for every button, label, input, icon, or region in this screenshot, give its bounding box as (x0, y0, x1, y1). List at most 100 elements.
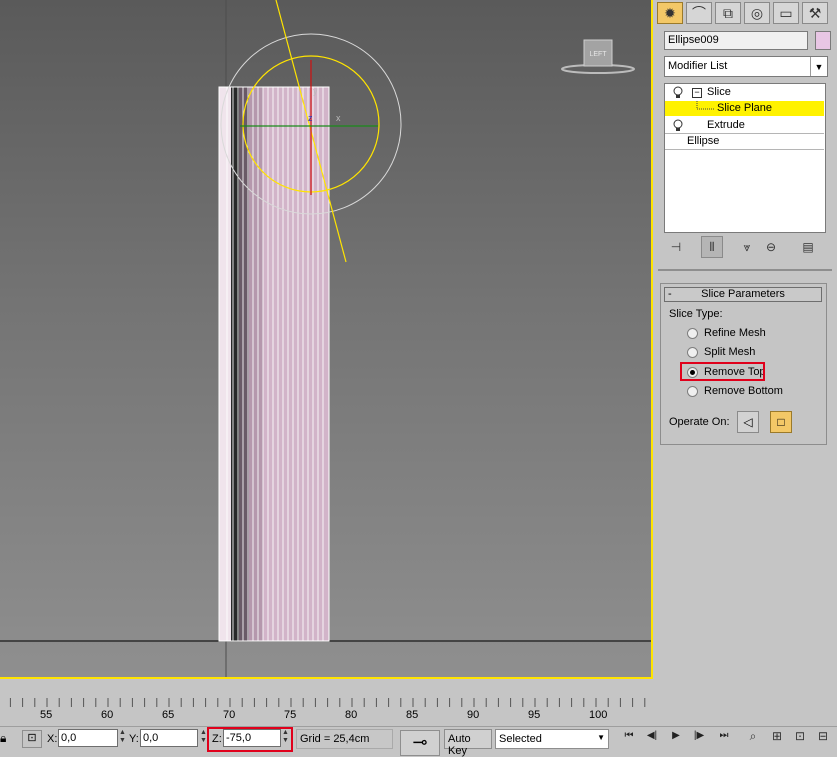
stack-item-slice-plane[interactable]: Slice Plane (665, 101, 824, 116)
stack-item-slice[interactable]: − Slice (665, 85, 824, 100)
ellipse-object-mesh[interactable] (218, 86, 330, 642)
motion-icon: ◎ (750, 4, 764, 21)
chevron-down-icon[interactable]: ▼ (810, 57, 827, 76)
operate-on-poly-button[interactable]: □ (770, 411, 792, 433)
panel-divider (658, 269, 832, 271)
status-bar: 🔒︎ ⊡ X: 0,0 ▲ ▼ Y: 0,0 ▲ ▼ Z: -75,0 ▲ ▼ Gri… (0, 726, 837, 757)
stack-item-extrude[interactable]: Extrude (665, 118, 824, 134)
ruler-label: 65 (162, 709, 175, 721)
utilities-tab[interactable]: ⚒ (802, 2, 828, 24)
radio-split-mesh[interactable]: Split Mesh (687, 344, 755, 360)
zoom-extents-all-icon[interactable]: ⊟ (814, 729, 832, 745)
chevron-down-icon[interactable]: ▼ (597, 733, 605, 742)
radio-button[interactable] (687, 346, 698, 358)
radio-refine-mesh[interactable]: Refine Mesh (687, 325, 766, 341)
ruler-ticks (9, 698, 646, 707)
ruler-label: 60 (101, 709, 114, 721)
x-spinner[interactable]: ▲ ▼ (118, 729, 127, 747)
hierarchy-tab[interactable]: ⧉ (715, 2, 741, 24)
stack-item-label: Slice Plane (717, 102, 773, 114)
motion-tab[interactable]: ◎ (744, 2, 770, 24)
triangle-face-icon: ◁ (743, 415, 753, 429)
gizmo-z-label: z (308, 113, 313, 123)
grid-readout: Grid = 25,4cm (296, 729, 393, 749)
time-ruler[interactable]: 55 60 65 70 75 80 85 90 95 100 (0, 698, 651, 724)
display-tab[interactable]: ▭ (773, 2, 799, 24)
viewcube-label[interactable]: LEFT (589, 51, 607, 58)
previous-frame-icon[interactable]: ◀| (642, 730, 662, 746)
hierarchy-icon: ⧉ (723, 4, 733, 21)
auto-key-button[interactable]: Auto Key (444, 729, 492, 757)
viewcube[interactable]: LEFT (561, 39, 635, 74)
radio-button[interactable] (687, 385, 698, 397)
play-icon[interactable]: ▶ (666, 730, 686, 746)
collapse-icon[interactable]: − (692, 88, 702, 98)
rollout-title: Slice Parameters (701, 288, 785, 300)
pin-stack-icon[interactable]: ⊣ (665, 236, 687, 258)
zoom-extents-icon[interactable]: ⊡ (791, 729, 809, 745)
hammer-icon: ⚒ (808, 4, 822, 21)
modifier-list-dropdown[interactable]: Modifier List ▼ (664, 56, 828, 77)
y-label: Y: (129, 733, 139, 745)
next-frame-icon[interactable]: |▶ (689, 730, 709, 746)
y-coordinate-field[interactable]: 0,0 (140, 729, 198, 747)
key-icon[interactable]: ⊸ (400, 730, 440, 756)
radio-label: Split Mesh (704, 346, 756, 358)
slice-parameters-rollout: - Slice Parameters Slice Type: Refine Me… (660, 283, 827, 445)
modifier-stack[interactable]: − Slice Slice Plane Extrude Ellipse (664, 83, 826, 233)
x-coordinate-field[interactable]: 0,0 (58, 729, 118, 747)
create-tab[interactable]: ✹ (657, 2, 683, 24)
lock-icon[interactable]: 🔒︎ (0, 731, 6, 746)
square-poly-icon: □ (777, 415, 785, 429)
sun-star-icon: ✹ (664, 4, 676, 21)
modify-curve-icon: ⌒ (692, 5, 706, 21)
ruler-label: 85 (406, 709, 419, 721)
display-monitor-icon: ▭ (779, 4, 793, 21)
callout-highlight (680, 362, 765, 381)
radio-label: Remove Bottom (704, 385, 783, 397)
go-to-end-icon[interactable]: ⏭ (714, 730, 734, 746)
lightbulb-icon[interactable] (673, 86, 683, 99)
ruler-label: 75 (284, 709, 297, 721)
ruler-label: 95 (528, 709, 541, 721)
zoom-icon[interactable]: ⌕ (744, 729, 762, 745)
tree-connector-icon (696, 101, 715, 110)
go-to-start-icon[interactable]: ⏮ (619, 730, 639, 746)
stack-item-label: Ellipse (687, 135, 720, 147)
left-viewport[interactable]: y z x LEFT (0, 0, 653, 679)
callout-highlight (207, 727, 293, 752)
ruler-label: 80 (345, 709, 358, 721)
selected-dropdown-label: Selected (499, 733, 542, 745)
radio-button[interactable] (687, 327, 698, 339)
ruler-label: 90 (467, 709, 480, 721)
selected-dropdown[interactable]: Selected ▼ (495, 729, 609, 749)
stack-item-ellipse[interactable]: Ellipse (665, 134, 824, 150)
zoom-all-icon[interactable]: ⊞ (768, 729, 786, 745)
modify-tab[interactable]: ⌒ (686, 2, 712, 24)
gizmo-y-label: y (313, 86, 318, 96)
ruler-label: 55 (40, 709, 53, 721)
remove-modifier-icon[interactable]: ⊖ (760, 236, 782, 258)
lightbulb-icon[interactable] (673, 119, 683, 132)
modifier-list-label: Modifier List (668, 60, 728, 72)
make-unique-icon[interactable]: ⩔ (736, 236, 758, 258)
rollout-header[interactable]: - Slice Parameters (664, 287, 822, 302)
selection-mode-icon[interactable]: ⊡ (22, 730, 42, 748)
show-end-result-icon[interactable]: ⫴ (701, 236, 723, 258)
x-label: X: (47, 733, 58, 745)
operate-on-face-button[interactable]: ◁ (737, 411, 759, 433)
viewport-canvas: y z x LEFT (0, 0, 651, 677)
stack-item-label: Slice (707, 86, 731, 98)
radio-remove-bottom[interactable]: Remove Bottom (687, 383, 783, 399)
configure-sets-icon[interactable]: ▤ (797, 236, 819, 258)
object-name-field[interactable]: Ellipse009 (664, 31, 808, 50)
stack-item-label: Extrude (707, 119, 745, 131)
command-panel: ✹ ⌒ ⧉ ◎ ▭ ⚒ Ellipse009 Modifier List ▼ − Slic… (655, 0, 837, 690)
object-color-swatch[interactable] (815, 31, 831, 50)
gizmo-x-label: x (336, 113, 341, 123)
ruler-label: 100 (589, 709, 608, 721)
ruler-label: 70 (223, 709, 236, 721)
radio-label: Refine Mesh (704, 327, 766, 339)
collapse-icon[interactable]: - (668, 288, 672, 301)
slice-type-label: Slice Type: (669, 308, 723, 320)
